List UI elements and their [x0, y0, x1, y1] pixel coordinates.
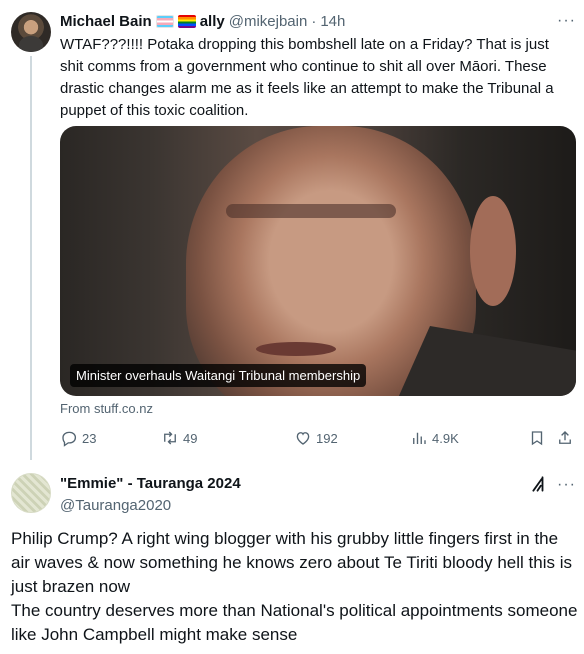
thread-line [30, 56, 32, 460]
views-button[interactable]: 4.9K [410, 429, 459, 447]
more-options-icon[interactable]: ··· [557, 476, 576, 494]
reply-button[interactable]: 23 [60, 429, 96, 447]
heart-icon [296, 432, 310, 445]
views-count: 4.9K [432, 430, 459, 446]
card-caption[interactable]: Minister overhauls Waitangi Tribunal mem… [70, 364, 367, 387]
tweet-text: Philip Crump? A right wing blogger with … [11, 527, 581, 647]
author-handle[interactable]: @mikejbain [229, 13, 308, 30]
repost-icon [164, 431, 176, 445]
share-icon [559, 431, 571, 444]
author-handle[interactable]: @Tauranga2020 [60, 497, 171, 514]
more-options-icon[interactable]: ··· [557, 12, 576, 30]
tweet-text-line: The country deserves more than National'… [11, 601, 578, 644]
tweet-text-line: Philip Crump? A right wing blogger with … [11, 529, 572, 596]
card-photo-mouth [256, 342, 336, 356]
repost-button[interactable]: 49 [161, 429, 197, 447]
views-icon [413, 432, 426, 444]
card-photo-brow [226, 204, 396, 218]
rainbow-flag-icon [177, 14, 196, 28]
tweet-header: Michael Bain ally @mikejbain · 14h [60, 11, 345, 31]
author-name-suffix[interactable]: ally [200, 13, 225, 30]
repost-count: 49 [183, 430, 198, 446]
author-name[interactable]: Michael Bain [60, 13, 152, 30]
author-name[interactable]: "Emmie" - Tauranga 2024 [60, 475, 241, 492]
grok-icon[interactable] [530, 474, 550, 494]
avatar[interactable] [11, 473, 51, 513]
separator-dot: · [311, 12, 317, 30]
tweet-text: WTAF???!!!! Potaka dropping this bombshe… [60, 36, 554, 119]
card-photo-ear [470, 196, 516, 306]
transgender-flag-icon [155, 14, 174, 28]
timestamp[interactable]: 14h [320, 13, 345, 30]
share-button[interactable] [556, 429, 578, 447]
like-count: 192 [316, 430, 338, 446]
bookmark-button[interactable] [528, 429, 550, 447]
avatar[interactable] [11, 12, 51, 52]
action-bar: 23 49 192 4.9K [60, 429, 576, 451]
tweet-1[interactable]: Michael Bain ally @mikejbain · 14h ··· W… [0, 0, 584, 460]
reply-count: 23 [82, 430, 97, 446]
link-card-image[interactable] [60, 126, 576, 396]
like-button[interactable]: 192 [294, 429, 338, 447]
bookmark-icon [531, 431, 543, 446]
card-source[interactable]: From stuff.co.nz [60, 401, 153, 416]
reply-icon [62, 431, 77, 447]
